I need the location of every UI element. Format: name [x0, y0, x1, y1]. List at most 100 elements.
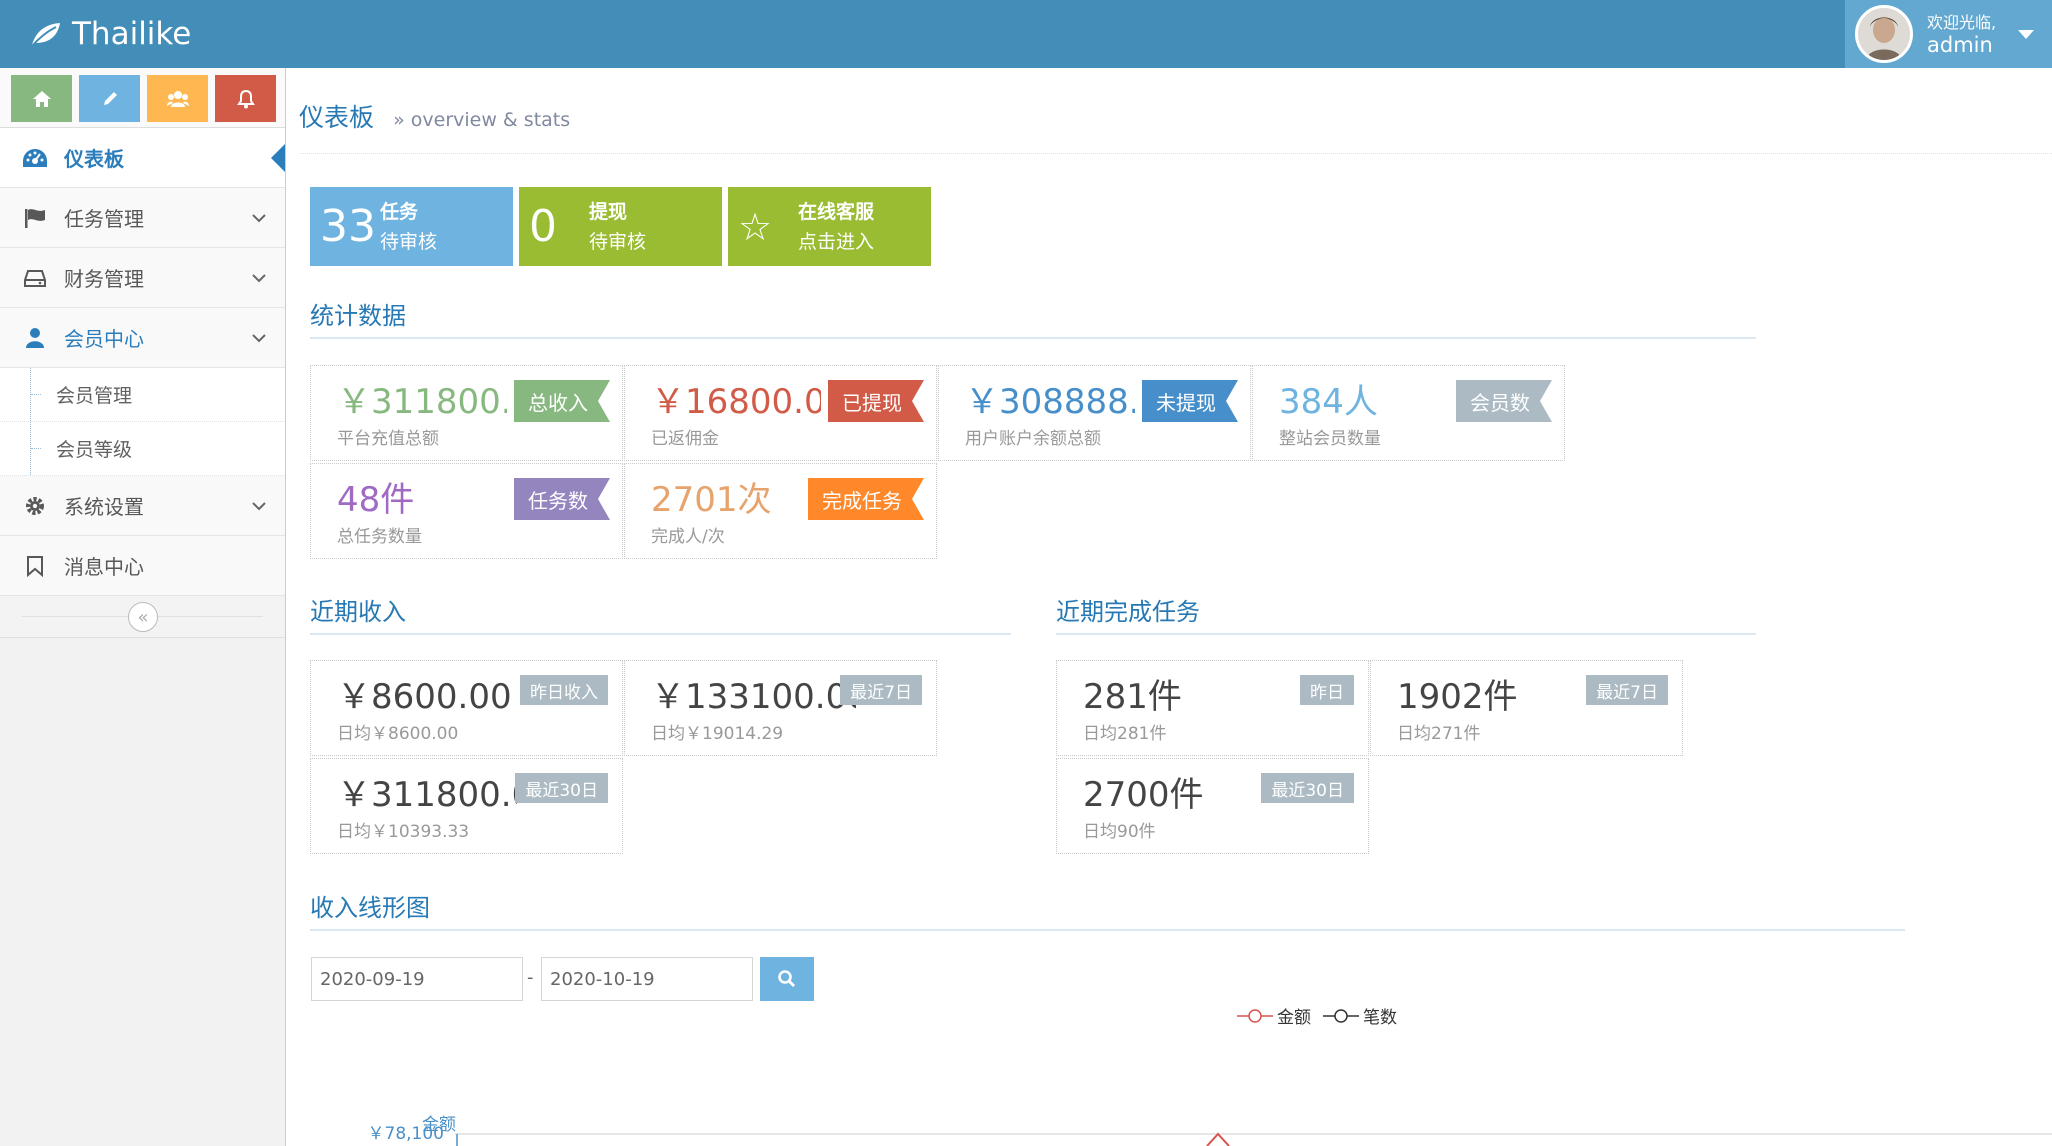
stat-label: 昨日 [1300, 675, 1354, 705]
stat-desc: 日均281件 [1083, 724, 1167, 744]
dashboard-icon [20, 147, 50, 169]
brand[interactable]: Thailike [30, 12, 191, 56]
search-button[interactable] [760, 957, 814, 1001]
stat-label: 最近7日 [840, 675, 922, 705]
sidebar: 仪表板 任务管理 财务管理 会员中心 会员管理 会员等级 系统设置 消息中心 « [0, 68, 286, 1146]
search-icon [778, 970, 796, 988]
avatar [1855, 5, 1913, 63]
sidebar-item-finance[interactable]: 财务管理 [0, 248, 285, 308]
stat-label: 昨日收入 [520, 675, 608, 705]
stat-badge: 完成任务 [808, 478, 924, 520]
star-icon: ☆ [738, 204, 773, 249]
bell-shortcut-button[interactable] [215, 75, 276, 122]
stat-value: 1902件 [1397, 677, 1518, 717]
bookmark-icon [20, 555, 50, 577]
stat-task-count: 48件 总任务数量 任务数 [310, 463, 623, 559]
stat-badge: 会员数 [1456, 380, 1552, 422]
infobox-subtitle: 待审核 [589, 230, 647, 253]
stat-desc: 日均￥10393.33 [337, 822, 470, 842]
stat-value: 384人 [1279, 382, 1378, 422]
sidebar-subitem-member-level[interactable]: 会员等级 [0, 422, 285, 476]
stat-completed-tasks: 2701次 完成人/次 完成任务 [624, 463, 937, 559]
stat-label: 最近30日 [1261, 773, 1354, 803]
stat-value: ￥133100.00 [651, 677, 856, 717]
stat-desc: 日均￥19014.29 [651, 724, 784, 744]
chevron-down-icon [252, 501, 266, 510]
income-line-chart: 金额 ￥78,100 [368, 1115, 2052, 1146]
sidebar-subitem-member-management[interactable]: 会员管理 [0, 368, 285, 422]
income-yesterday: ￥8600.00 日均￥8600.00 昨日收入 [310, 660, 623, 756]
user-icon [20, 327, 50, 349]
sidebar-item-dashboard[interactable]: 仪表板 [0, 128, 285, 188]
stat-desc: 总任务数量 [337, 527, 422, 547]
top-navbar: Thailike 欢迎光临, admin [0, 0, 2052, 68]
tasks-last-7-days: 1902件 日均271件 最近7日 [1370, 660, 1683, 756]
pencil-icon [103, 91, 117, 105]
infobox-title: 提现 [589, 200, 628, 223]
stat-value: ￥311800.00 [337, 382, 507, 422]
sidebar-item-tasks[interactable]: 任务管理 [0, 188, 285, 248]
leaf-icon [31, 23, 60, 47]
series-amount-line [1206, 1132, 1230, 1146]
stat-value: 281件 [1083, 677, 1182, 717]
infobox-subtitle: 点击进入 [798, 230, 875, 253]
users-icon [166, 90, 189, 107]
recent-tasks-title: 近期完成任务 [1056, 592, 1756, 635]
username: admin [1927, 33, 1993, 57]
infobox-tasks-pending[interactable]: 33 任务 待审核 [310, 187, 513, 266]
stat-not-withdrawn: ￥308888.33 用户账户余额总额 未提现 [938, 365, 1251, 461]
main-content: 仪表板 » overview & stats 33 任务 待审核 0 提现 待审… [287, 68, 2052, 1146]
sidebar-collapse-row: « [0, 596, 285, 638]
sidebar-item-messages[interactable]: 消息中心 [0, 536, 285, 596]
page-title: 仪表板 [299, 103, 375, 132]
tasks-yesterday: 281件 日均281件 昨日 [1056, 660, 1369, 756]
infobox-withdraw-pending[interactable]: 0 提现 待审核 [519, 187, 722, 266]
stat-value: 48件 [337, 480, 415, 520]
stat-desc: 日均￥8600.00 [337, 724, 459, 744]
stat-badge: 已提现 [828, 380, 924, 422]
caret-down-icon[interactable] [2018, 30, 2034, 39]
chevron-down-icon [252, 213, 266, 222]
home-icon [32, 90, 51, 107]
date-from-input[interactable]: 2020-09-19 [311, 957, 523, 1001]
sidebar-item-label: 消息中心 [64, 555, 144, 579]
income-last-30-days: ￥311800.00 日均￥10393.33 最近30日 [310, 758, 623, 854]
flag-icon [20, 207, 50, 229]
income-last-7-days: ￥133100.00 日均￥19014.29 最近7日 [624, 660, 937, 756]
sidebar-shortcuts [0, 68, 285, 128]
infobox-number: 0 [529, 201, 557, 252]
infobox-title: 任务 [380, 200, 419, 223]
stat-value: 2701次 [651, 480, 772, 520]
stat-withdrawn: ￥16800.00 已返佣金 已提现 [624, 365, 937, 461]
stat-value: ￥16800.00 [651, 382, 821, 422]
stat-value: ￥311800.00 [337, 775, 517, 815]
sidebar-item-label: 会员中心 [64, 327, 144, 351]
stat-label: 最近7日 [1586, 675, 1668, 705]
page-header: 仪表板 » overview & stats [299, 98, 2052, 154]
sidebar-item-label: 仪表板 [64, 147, 124, 171]
stat-desc: 平台充值总额 [337, 429, 439, 449]
y-tick-label: ￥78,100 [368, 1124, 444, 1144]
pencil-shortcut-button[interactable] [79, 75, 140, 122]
stat-badge: 总收入 [514, 380, 610, 422]
sidebar-item-members[interactable]: 会员中心 [0, 308, 285, 368]
stat-desc: 已返佣金 [651, 429, 719, 449]
stat-label: 最近30日 [515, 773, 608, 803]
sidebar-subitem-label: 会员等级 [56, 439, 133, 461]
double-angle-left-icon[interactable]: « [128, 602, 158, 632]
infobox-subtitle: 待审核 [380, 230, 438, 253]
user-menu[interactable]: 欢迎光临, admin [1845, 0, 2052, 68]
stat-desc: 日均271件 [1397, 724, 1481, 744]
stats-title: 统计数据 [310, 296, 1756, 339]
users-shortcut-button[interactable] [147, 75, 208, 122]
infobox-online-service[interactable]: ☆ 在线客服 点击进入 [728, 187, 931, 266]
hdd-icon [20, 268, 50, 288]
stat-badge: 未提现 [1142, 380, 1238, 422]
sidebar-item-label: 财务管理 [64, 267, 144, 291]
sidebar-item-label: 任务管理 [64, 207, 144, 231]
home-shortcut-button[interactable] [11, 75, 72, 122]
date-to-input[interactable]: 2020-10-19 [541, 957, 753, 1001]
stat-desc: 完成人/次 [651, 527, 725, 547]
stat-badge: 任务数 [514, 478, 610, 520]
sidebar-item-settings[interactable]: 系统设置 [0, 476, 285, 536]
